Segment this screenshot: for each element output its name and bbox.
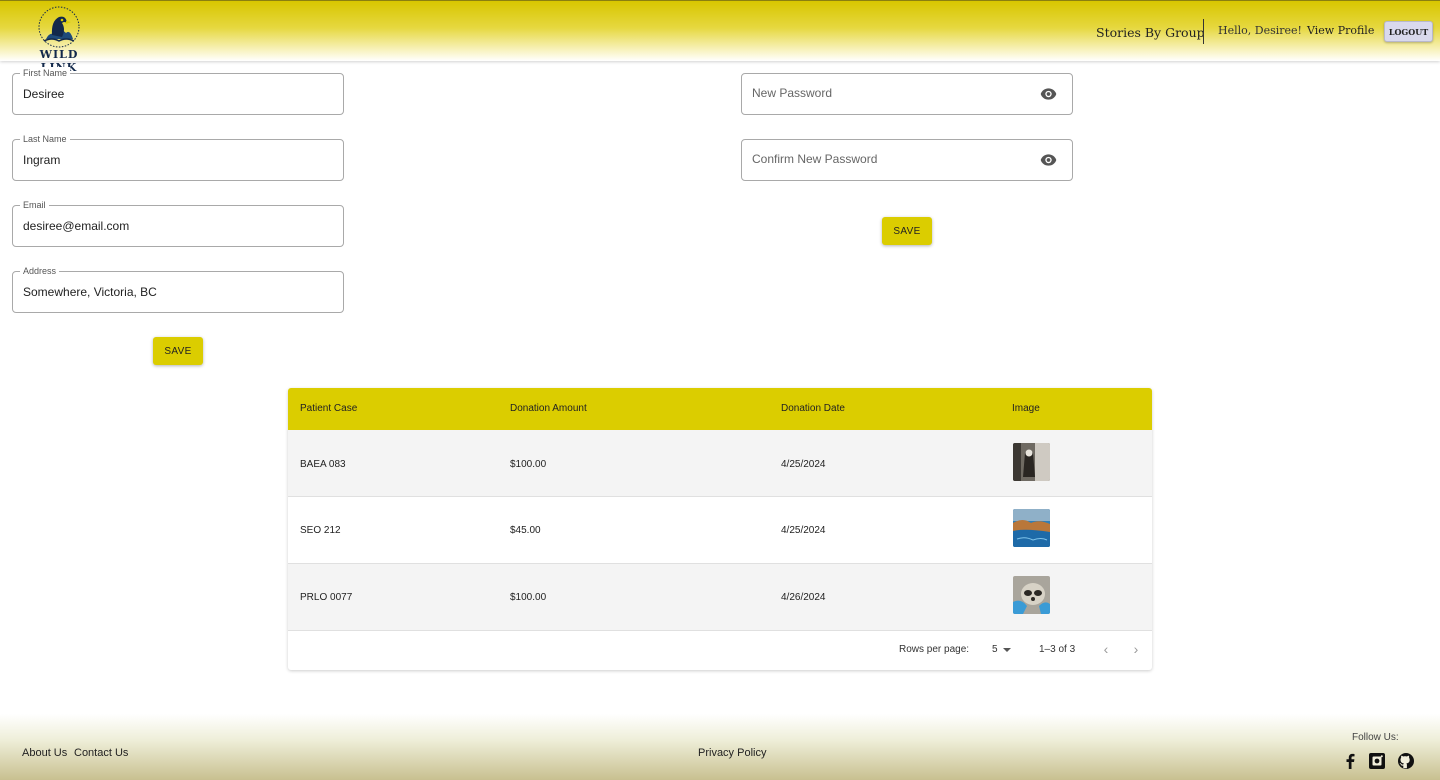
eagle-thumbnail[interactable] <box>1013 443 1050 481</box>
chevron-down-icon[interactable] <box>1003 648 1011 652</box>
eye-icon[interactable] <box>1040 87 1057 101</box>
raccoon-thumbnail[interactable] <box>1013 576 1050 614</box>
footer: About Us Contact Us Privacy Policy Follo… <box>0 714 1440 780</box>
last-name-value: Ingram <box>23 153 61 167</box>
next-page-icon[interactable]: › <box>1130 642 1142 656</box>
header-image[interactable]: Image <box>1012 403 1040 414</box>
first-name-value: Desiree <box>23 87 65 101</box>
pagination-range: 1–3 of 3 <box>1039 644 1076 655</box>
first-name-field[interactable]: First Name Desiree <box>12 67 344 115</box>
header-donation-date[interactable]: Donation Date <box>781 403 845 414</box>
email-label: Email <box>20 199 49 211</box>
cell-donation-amount: $100.00 <box>510 459 547 470</box>
table-row: PRLO 0077 $100.00 4/26/2024 <box>288 564 1152 631</box>
top-navbar: WILD LINK Stories By Group Hello, Desire… <box>0 0 1440 74</box>
footer-link-contact[interactable]: Contact Us <box>74 747 128 759</box>
rows-per-page-select[interactable]: 5 <box>992 644 998 655</box>
donations-table: Patient Case Donation Amount Donation Da… <box>288 388 1152 670</box>
email-field[interactable]: Email desiree@email.com <box>12 199 344 247</box>
table-row: BAEA 083 $100.00 4/25/2024 <box>288 430 1152 497</box>
cell-donation-date: 4/25/2024 <box>781 525 826 536</box>
eye-icon[interactable] <box>1040 153 1057 167</box>
last-name-field[interactable]: Last Name Ingram <box>12 133 344 181</box>
save-password-button[interactable]: SAVE <box>882 217 932 245</box>
wild-link-logo[interactable]: WILD LINK <box>26 5 92 74</box>
cell-donation-date: 4/26/2024 <box>781 592 826 603</box>
first-name-label: First Name <box>20 67 71 79</box>
last-name-label: Last Name <box>20 133 70 145</box>
instagram-icon[interactable] <box>1368 752 1386 770</box>
cell-patient-case: BAEA 083 <box>300 459 346 470</box>
header-donation-amount[interactable]: Donation Amount <box>510 403 587 414</box>
greeting-text: Hello, Desiree! <box>1218 24 1302 37</box>
logout-button[interactable]: LOGOUT <box>1384 21 1433 42</box>
new-password-field[interactable]: New Password <box>741 73 1073 115</box>
new-password-placeholder: New Password <box>752 86 833 100</box>
address-value: Somewhere, Victoria, BC <box>23 285 157 299</box>
nav-divider <box>1203 19 1204 44</box>
footer-link-about[interactable]: About Us <box>22 747 67 759</box>
nav-view-profile[interactable]: View Profile <box>1307 24 1374 37</box>
address-label: Address <box>20 265 60 277</box>
table-pagination: Rows per page: 5 1–3 of 3 ‹ › <box>288 630 1152 670</box>
confirm-password-placeholder: Confirm New Password <box>752 152 878 166</box>
table-header: Patient Case Donation Amount Donation Da… <box>288 388 1152 430</box>
facebook-icon[interactable] <box>1341 752 1359 770</box>
cell-patient-case: PRLO 0077 <box>300 592 353 603</box>
nav-stories-by-group[interactable]: Stories By Group <box>1096 25 1205 40</box>
confirm-password-field[interactable]: Confirm New Password <box>741 139 1073 181</box>
table-row: SEO 212 $45.00 4/25/2024 <box>288 497 1152 564</box>
cell-patient-case: SEO 212 <box>300 525 341 536</box>
save-profile-button[interactable]: SAVE <box>153 337 203 365</box>
header-patient-case[interactable]: Patient Case <box>300 403 357 414</box>
rows-per-page-label: Rows per page: <box>899 644 970 655</box>
github-icon[interactable] <box>1397 752 1415 770</box>
footer-link-privacy[interactable]: Privacy Policy <box>698 747 766 759</box>
cell-donation-amount: $100.00 <box>510 592 547 603</box>
otter-in-water-thumbnail[interactable] <box>1013 509 1050 547</box>
logo-emblem-icon <box>38 6 80 48</box>
follow-us-label: Follow Us: <box>1352 732 1399 743</box>
cell-donation-amount: $45.00 <box>510 525 541 536</box>
cell-donation-date: 4/25/2024 <box>781 459 826 470</box>
address-field[interactable]: Address Somewhere, Victoria, BC <box>12 265 344 313</box>
email-value: desiree@email.com <box>23 219 130 233</box>
previous-page-icon[interactable]: ‹ <box>1100 642 1112 656</box>
